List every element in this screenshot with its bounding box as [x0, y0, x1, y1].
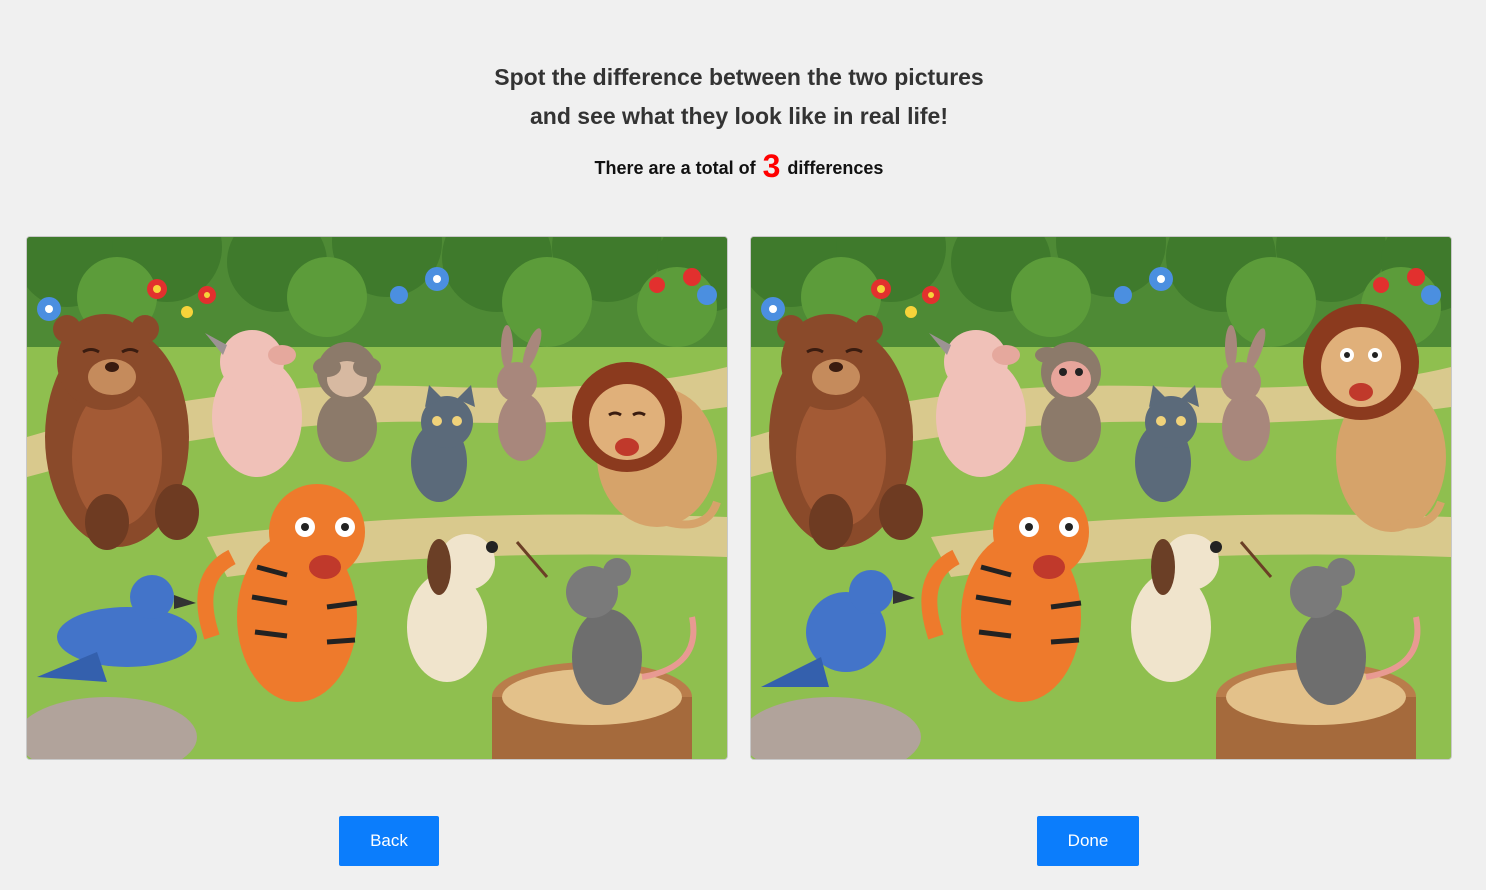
- count-value: 3: [762, 148, 781, 184]
- right-scene-illustration[interactable]: [751, 237, 1451, 759]
- left-picture[interactable]: [26, 236, 728, 760]
- instructions-line-1: Spot the difference between the two pict…: [494, 64, 984, 90]
- done-button[interactable]: Done: [1037, 816, 1139, 866]
- right-picture[interactable]: [750, 236, 1452, 760]
- instructions-line-2: and see what they look like in real life…: [530, 103, 948, 129]
- back-button[interactable]: Back: [339, 816, 439, 866]
- difference-count: There are a total of 3 differences: [0, 148, 1478, 185]
- instructions-title: Spot the difference between the two pict…: [0, 58, 1478, 136]
- count-suffix: differences: [787, 158, 884, 178]
- count-prefix: There are a total of: [594, 158, 756, 178]
- left-scene-illustration[interactable]: [27, 237, 727, 759]
